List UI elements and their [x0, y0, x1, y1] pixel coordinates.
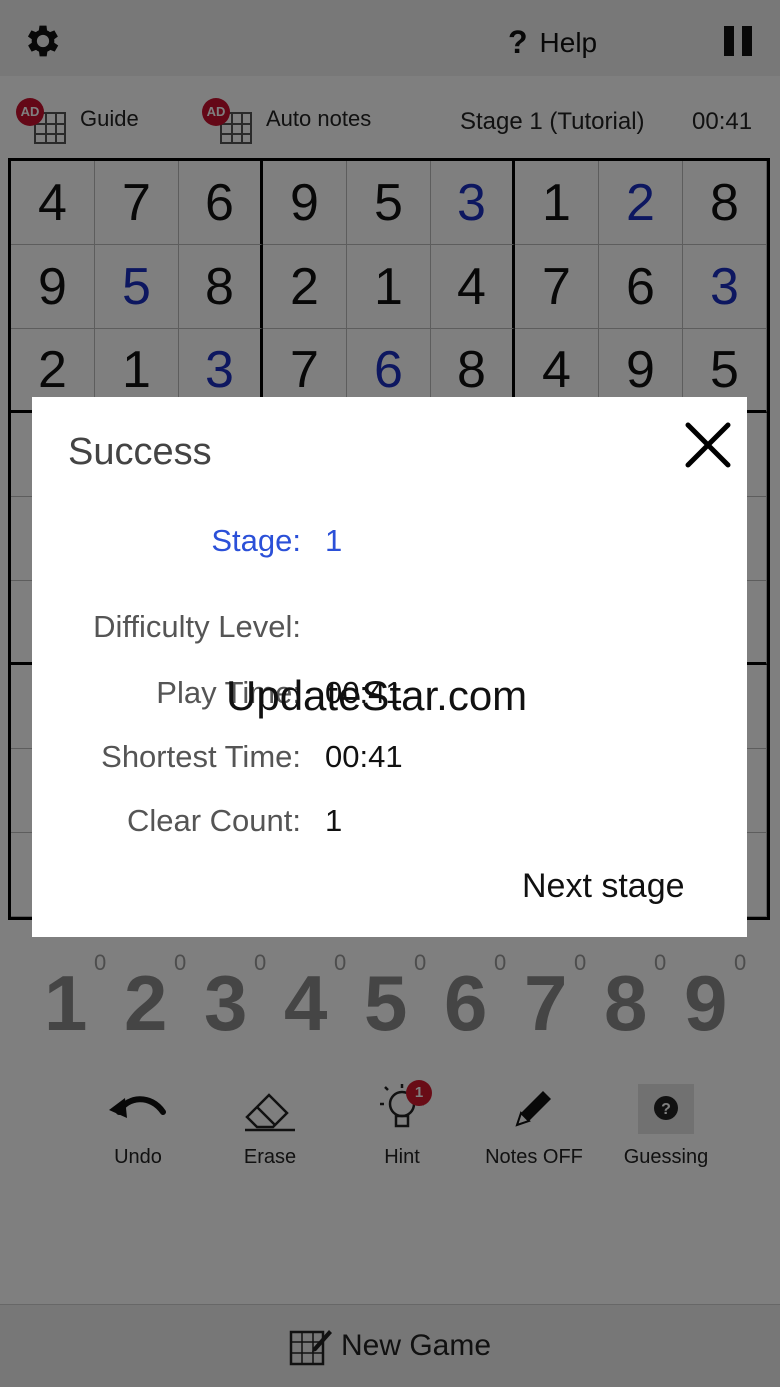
- stage-value: 1: [325, 523, 343, 558]
- shortest-time-key: Shortest Time:: [101, 739, 301, 774]
- clear-count-value: 1: [325, 803, 343, 838]
- watermark: UpdateStar.com: [226, 672, 528, 719]
- next-stage-button[interactable]: Next stage: [522, 867, 685, 906]
- difficulty-key: Difficulty Level:: [93, 609, 301, 644]
- dialog-title: Success: [68, 431, 212, 473]
- shortest-time-row: Shortest Time: 00:41: [32, 739, 747, 783]
- difficulty-row: Difficulty Level:: [32, 609, 747, 653]
- clear-count-row: Clear Count: 1: [32, 803, 747, 847]
- success-dialog: Success Stage: 1 Difficulty Level: Play …: [32, 397, 747, 937]
- stage-key: Stage:: [211, 523, 301, 558]
- close-icon[interactable]: [680, 417, 736, 473]
- stage-row: Stage: 1: [32, 523, 747, 567]
- clear-count-key: Clear Count:: [126, 803, 301, 838]
- shortest-time-value: 00:41: [325, 739, 403, 774]
